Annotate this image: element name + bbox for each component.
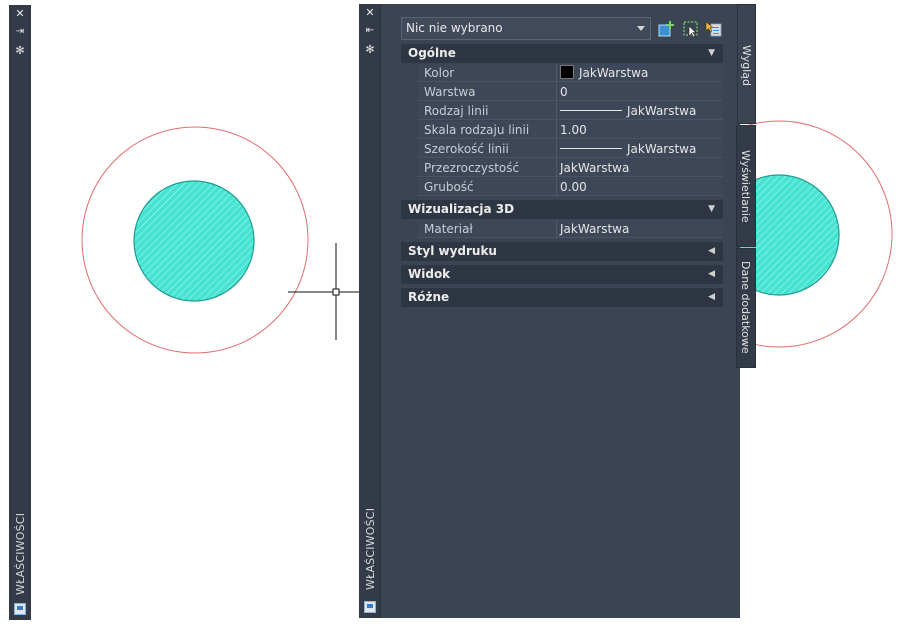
section-misc-header[interactable]: Różne ◀: [401, 288, 723, 307]
selection-dropdown[interactable]: Nic nie wybrano: [401, 17, 651, 40]
section-view-header[interactable]: Widok ◀: [401, 265, 723, 284]
prop-label: Szerokość linii: [418, 140, 556, 158]
expand-icon[interactable]: ◀: [708, 288, 715, 307]
prop-value-text: JakWarstwa: [627, 104, 697, 118]
prop-value-text: JakWarstwa: [627, 142, 697, 156]
crosshair-cursor: [288, 243, 360, 340]
prop-value-thickness[interactable]: 0.00: [557, 178, 723, 196]
section-plotstyle-header[interactable]: Styl wydruku ◀: [401, 242, 723, 261]
add-to-selection-icon[interactable]: [658, 20, 676, 38]
prop-row-layer[interactable]: Warstwa 0: [401, 83, 723, 102]
prop-row-linetype[interactable]: Rodzaj linii JakWarstwa: [401, 102, 723, 121]
section-3d-label: Wizualizacja 3D: [408, 202, 515, 216]
properties-palette: ✕ ⇤ ✻ WŁAŚCIWOŚCI Nic nie wybrano Ogólne…: [359, 4, 756, 618]
prop-row-color[interactable]: Kolor JakWarstwa: [401, 64, 723, 83]
prop-label: Przezroczystość: [418, 159, 556, 177]
close-icon[interactable]: ✕: [13, 8, 27, 20]
section-3d-header[interactable]: Wizualizacja 3D ▼: [401, 200, 723, 219]
settings-icon[interactable]: ✻: [13, 45, 27, 57]
prop-label: Skala rodzaju linii: [418, 121, 556, 139]
prop-value-linetype[interactable]: JakWarstwa: [557, 102, 723, 120]
linetype-sample: [560, 110, 622, 111]
section-view-label: Widok: [408, 267, 451, 281]
prop-value-linetype-scale[interactable]: 1.00: [557, 121, 723, 139]
close-icon[interactable]: ✕: [363, 7, 377, 19]
section-misc-label: Różne: [408, 290, 450, 304]
prop-label: Warstwa: [418, 83, 556, 101]
prop-label: Materiał: [418, 220, 556, 238]
prop-value-transparency[interactable]: JakWarstwa: [557, 159, 723, 177]
prop-value-color[interactable]: JakWarstwa: [557, 64, 723, 82]
prop-row-linetype-scale[interactable]: Skala rodzaju linii 1.00: [401, 121, 723, 140]
prop-row-transparency[interactable]: Przezroczystość JakWarstwa: [401, 159, 723, 178]
tab-display[interactable]: Wyświetlanie: [736, 125, 756, 247]
collapse-icon[interactable]: ▼: [708, 44, 715, 63]
prop-value-material[interactable]: JakWarstwa: [557, 220, 723, 238]
prop-row-thickness[interactable]: Grubość 0.00: [401, 178, 723, 197]
prop-label: Grubość: [418, 178, 556, 196]
prop-value-lineweight[interactable]: JakWarstwa: [557, 140, 723, 158]
tab-display-label: Wyświetlanie: [739, 150, 752, 223]
prop-value-text: JakWarstwa: [579, 66, 649, 80]
toggle-pickadd-icon[interactable]: [705, 20, 723, 38]
properties-icon[interactable]: [364, 601, 376, 613]
properties-icon[interactable]: [14, 603, 26, 615]
selection-value: Nic nie wybrano: [406, 21, 503, 35]
tab-appearance[interactable]: Wygląd: [737, 4, 756, 124]
collapse-icon[interactable]: ▼: [708, 200, 715, 219]
prop-label: Rodzaj linii: [418, 102, 556, 120]
tab-extended-data[interactable]: Dane dodatkowe: [736, 248, 756, 368]
chevron-down-icon: [637, 26, 645, 31]
tab-extended-data-label: Dane dodatkowe: [739, 261, 752, 354]
autohide-icon[interactable]: ⇥: [13, 26, 27, 38]
palette-title: WŁAŚCIWOŚCI: [364, 507, 377, 590]
autohide-icon[interactable]: ⇤: [363, 25, 377, 37]
section-general-header[interactable]: Ogólne ▼: [401, 44, 723, 63]
select-objects-icon[interactable]: [682, 20, 700, 38]
prop-value-layer[interactable]: 0: [557, 83, 723, 101]
color-swatch: [560, 65, 574, 79]
expand-icon[interactable]: ◀: [708, 242, 715, 261]
left-properties-palette: ✕ ⇥ ✻ WŁAŚCIWOŚCI: [9, 5, 31, 620]
section-general-label: Ogólne: [408, 46, 456, 60]
tab-appearance-label: Wygląd: [740, 45, 753, 86]
prop-label: Kolor: [418, 64, 556, 82]
section-plotstyle-label: Styl wydruku: [408, 244, 497, 258]
prop-row-material[interactable]: Materiał JakWarstwa: [401, 220, 723, 239]
prop-row-lineweight[interactable]: Szerokość linii JakWarstwa: [401, 140, 723, 159]
left-palette-title: WŁAŚCIWOŚCI: [14, 512, 27, 595]
lineweight-sample: [560, 148, 622, 149]
palette-title-bar[interactable]: ✕ ⇤ ✻ WŁAŚCIWOŚCI: [359, 4, 380, 618]
settings-icon[interactable]: ✻: [363, 44, 377, 56]
hatched-circle-left: [133, 180, 255, 302]
palette-body: Nic nie wybrano Ogólne ▼ Kolor JakWarstw…: [380, 4, 740, 618]
expand-icon[interactable]: ◀: [708, 265, 715, 284]
